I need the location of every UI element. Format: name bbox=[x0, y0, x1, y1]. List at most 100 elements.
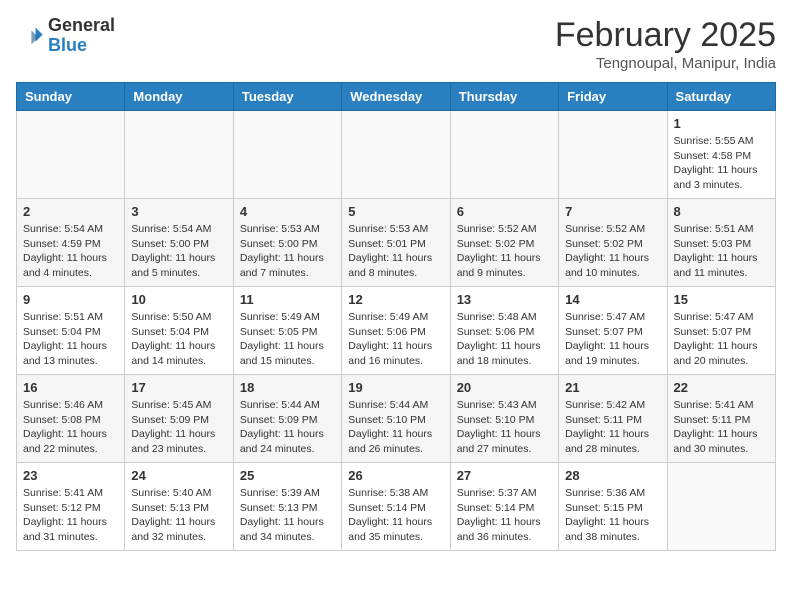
calendar-cell: 21 Sunrise: 5:42 AM Sunset: 5:11 PM Dayli… bbox=[559, 375, 667, 463]
day-header-sunday: Sunday bbox=[17, 83, 125, 111]
calendar-cell bbox=[667, 463, 775, 551]
calendar-cell: 28 Sunrise: 5:36 AM Sunset: 5:15 PM Dayli… bbox=[559, 463, 667, 551]
header: General Blue February 2025 Tengnoupal, M… bbox=[16, 16, 776, 72]
calendar-cell: 7 Sunrise: 5:52 AM Sunset: 5:02 PM Daylig… bbox=[559, 199, 667, 287]
calendar-cell: 17 Sunrise: 5:45 AM Sunset: 5:09 PM Dayli… bbox=[125, 375, 233, 463]
day-number: 7 bbox=[565, 204, 660, 219]
calendar-cell bbox=[342, 111, 450, 199]
week-row-1: 1 Sunrise: 5:55 AM Sunset: 4:58 PM Daylig… bbox=[17, 111, 776, 199]
calendar-cell: 10 Sunrise: 5:50 AM Sunset: 5:04 PM Dayli… bbox=[125, 287, 233, 375]
day-number: 6 bbox=[457, 204, 552, 219]
day-number: 21 bbox=[565, 380, 660, 395]
day-number: 16 bbox=[23, 380, 118, 395]
calendar-cell: 11 Sunrise: 5:49 AM Sunset: 5:05 PM Dayli… bbox=[233, 287, 341, 375]
logo-blue-text: Blue bbox=[48, 36, 115, 56]
day-number: 9 bbox=[23, 292, 118, 307]
day-number: 12 bbox=[348, 292, 443, 307]
day-info: Sunrise: 5:41 AM Sunset: 5:12 PM Dayligh… bbox=[23, 486, 118, 545]
day-number: 4 bbox=[240, 204, 335, 219]
day-number: 11 bbox=[240, 292, 335, 307]
day-info: Sunrise: 5:42 AM Sunset: 5:11 PM Dayligh… bbox=[565, 398, 660, 457]
calendar-cell: 13 Sunrise: 5:48 AM Sunset: 5:06 PM Dayli… bbox=[450, 287, 558, 375]
day-number: 19 bbox=[348, 380, 443, 395]
day-number: 17 bbox=[131, 380, 226, 395]
calendar-cell: 1 Sunrise: 5:55 AM Sunset: 4:58 PM Daylig… bbox=[667, 111, 775, 199]
day-number: 5 bbox=[348, 204, 443, 219]
day-header-saturday: Saturday bbox=[667, 83, 775, 111]
day-info: Sunrise: 5:46 AM Sunset: 5:08 PM Dayligh… bbox=[23, 398, 118, 457]
month-title: February 2025 bbox=[555, 16, 776, 55]
day-number: 2 bbox=[23, 204, 118, 219]
day-number: 8 bbox=[674, 204, 769, 219]
day-info: Sunrise: 5:43 AM Sunset: 5:10 PM Dayligh… bbox=[457, 398, 552, 457]
calendar-cell: 24Sunrise: 5:40 AM Sunset: 5:13 PM Dayli… bbox=[125, 463, 233, 551]
calendar-cell bbox=[233, 111, 341, 199]
day-number: 1 bbox=[674, 116, 769, 131]
week-row-2: 2 Sunrise: 5:54 AM Sunset: 4:59 PM Daylig… bbox=[17, 199, 776, 287]
day-info: Sunrise: 5:37 AM Sunset: 5:14 PM Dayligh… bbox=[457, 486, 552, 545]
day-info: Sunrise: 5:51 AM Sunset: 5:03 PM Dayligh… bbox=[674, 222, 769, 281]
day-number: 27 bbox=[457, 468, 552, 483]
calendar-cell: 25 Sunrise: 5:39 AM Sunset: 5:13 PM Dayli… bbox=[233, 463, 341, 551]
day-number: 23 bbox=[23, 468, 118, 483]
day-header-thursday: Thursday bbox=[450, 83, 558, 111]
day-info: Sunrise: 5:49 AM Sunset: 5:05 PM Dayligh… bbox=[240, 310, 335, 369]
day-info: Sunrise: 5:51 AM Sunset: 5:04 PM Dayligh… bbox=[23, 310, 118, 369]
calendar-cell: 27 Sunrise: 5:37 AM Sunset: 5:14 PM Dayli… bbox=[450, 463, 558, 551]
calendar-cell bbox=[559, 111, 667, 199]
logo-icon bbox=[16, 22, 44, 50]
day-info: Sunrise: 5:53 AM Sunset: 5:00 PM Dayligh… bbox=[240, 222, 335, 281]
calendar-cell: 14 Sunrise: 5:47 AM Sunset: 5:07 PM Dayli… bbox=[559, 287, 667, 375]
day-info: Sunrise: 5:47 AM Sunset: 5:07 PM Dayligh… bbox=[565, 310, 660, 369]
day-info: Sunrise: 5:52 AM Sunset: 5:02 PM Dayligh… bbox=[457, 222, 552, 281]
location-title: Tengnoupal, Manipur, India bbox=[555, 55, 776, 72]
calendar-cell: 12Sunrise: 5:49 AM Sunset: 5:06 PM Dayli… bbox=[342, 287, 450, 375]
day-info: Sunrise: 5:39 AM Sunset: 5:13 PM Dayligh… bbox=[240, 486, 335, 545]
calendar-cell: 23 Sunrise: 5:41 AM Sunset: 5:12 PM Dayli… bbox=[17, 463, 125, 551]
calendar-cell: 8 Sunrise: 5:51 AM Sunset: 5:03 PM Daylig… bbox=[667, 199, 775, 287]
calendar-cell: 4 Sunrise: 5:53 AM Sunset: 5:00 PM Daylig… bbox=[233, 199, 341, 287]
day-info: Sunrise: 5:45 AM Sunset: 5:09 PM Dayligh… bbox=[131, 398, 226, 457]
day-info: Sunrise: 5:55 AM Sunset: 4:58 PM Dayligh… bbox=[674, 134, 769, 193]
day-number: 10 bbox=[131, 292, 226, 307]
day-header-friday: Friday bbox=[559, 83, 667, 111]
day-header-wednesday: Wednesday bbox=[342, 83, 450, 111]
day-number: 18 bbox=[240, 380, 335, 395]
day-number: 15 bbox=[674, 292, 769, 307]
calendar-cell bbox=[450, 111, 558, 199]
day-number: 28 bbox=[565, 468, 660, 483]
day-info: Sunrise: 5:50 AM Sunset: 5:04 PM Dayligh… bbox=[131, 310, 226, 369]
calendar-cell bbox=[125, 111, 233, 199]
day-number: 22 bbox=[674, 380, 769, 395]
day-number: 3 bbox=[131, 204, 226, 219]
day-info: Sunrise: 5:52 AM Sunset: 5:02 PM Dayligh… bbox=[565, 222, 660, 281]
day-number: 25 bbox=[240, 468, 335, 483]
day-info: Sunrise: 5:54 AM Sunset: 4:59 PM Dayligh… bbox=[23, 222, 118, 281]
calendar-cell: 9 Sunrise: 5:51 AM Sunset: 5:04 PM Daylig… bbox=[17, 287, 125, 375]
calendar-cell: 19 Sunrise: 5:44 AM Sunset: 5:10 PM Dayli… bbox=[342, 375, 450, 463]
title-area: February 2025 Tengnoupal, Manipur, India bbox=[555, 16, 776, 72]
calendar-cell: 20 Sunrise: 5:43 AM Sunset: 5:10 PM Dayli… bbox=[450, 375, 558, 463]
day-number: 13 bbox=[457, 292, 552, 307]
day-number: 20 bbox=[457, 380, 552, 395]
day-info: Sunrise: 5:48 AM Sunset: 5:06 PM Dayligh… bbox=[457, 310, 552, 369]
day-info: Sunrise: 5:36 AM Sunset: 5:15 PM Dayligh… bbox=[565, 486, 660, 545]
week-row-5: 23 Sunrise: 5:41 AM Sunset: 5:12 PM Dayli… bbox=[17, 463, 776, 551]
week-row-3: 9 Sunrise: 5:51 AM Sunset: 5:04 PM Daylig… bbox=[17, 287, 776, 375]
logo-general-text: General bbox=[48, 16, 115, 36]
calendar: SundayMondayTuesdayWednesdayThursdayFrid… bbox=[16, 82, 776, 551]
calendar-cell: 22Sunrise: 5:41 AM Sunset: 5:11 PM Dayli… bbox=[667, 375, 775, 463]
day-number: 14 bbox=[565, 292, 660, 307]
calendar-cell: 15 Sunrise: 5:47 AM Sunset: 5:07 PM Dayli… bbox=[667, 287, 775, 375]
calendar-cell: 18Sunrise: 5:44 AM Sunset: 5:09 PM Dayli… bbox=[233, 375, 341, 463]
calendar-cell: 2 Sunrise: 5:54 AM Sunset: 4:59 PM Daylig… bbox=[17, 199, 125, 287]
day-number: 24 bbox=[131, 468, 226, 483]
day-info: Sunrise: 5:44 AM Sunset: 5:10 PM Dayligh… bbox=[348, 398, 443, 457]
logo: General Blue bbox=[16, 16, 115, 56]
day-info: Sunrise: 5:47 AM Sunset: 5:07 PM Dayligh… bbox=[674, 310, 769, 369]
day-info: Sunrise: 5:54 AM Sunset: 5:00 PM Dayligh… bbox=[131, 222, 226, 281]
week-row-4: 16 Sunrise: 5:46 AM Sunset: 5:08 PM Dayli… bbox=[17, 375, 776, 463]
calendar-cell: 5Sunrise: 5:53 AM Sunset: 5:01 PM Daylig… bbox=[342, 199, 450, 287]
calendar-cell: 6 Sunrise: 5:52 AM Sunset: 5:02 PM Daylig… bbox=[450, 199, 558, 287]
day-header-monday: Monday bbox=[125, 83, 233, 111]
